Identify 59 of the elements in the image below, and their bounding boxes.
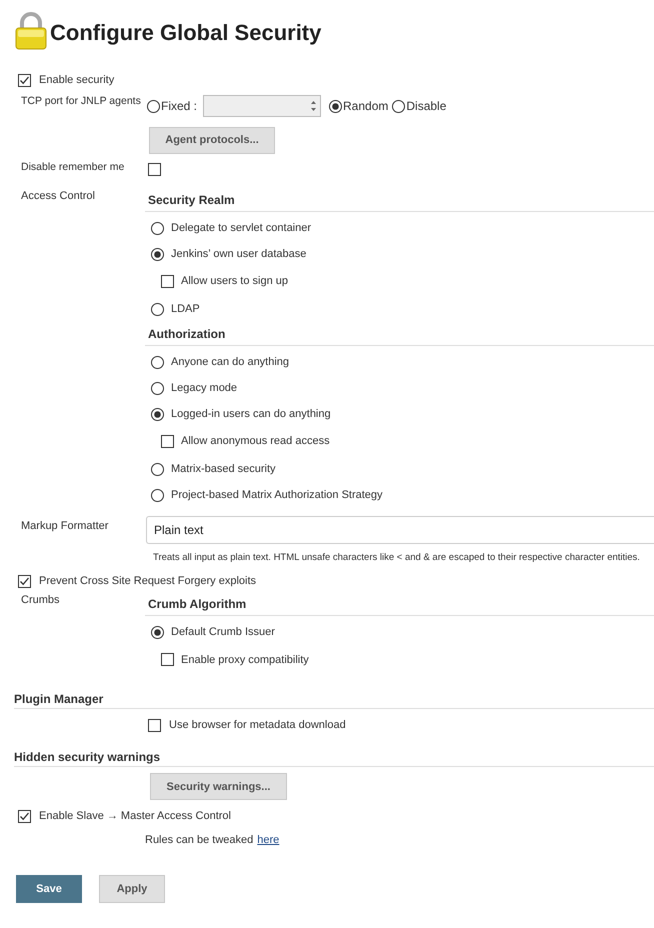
field-label: Disable remember me bbox=[20, 160, 126, 175]
help-text: Treats all input as plain text. HTML unsafe characters like < and & are escaped to their respective character entities. bbox=[152, 551, 641, 565]
radio-button[interactable] bbox=[151, 488, 164, 502]
radio-label: Disable bbox=[406, 98, 446, 115]
checkbox[interactable] bbox=[18, 574, 31, 588]
checkbox-label: Enable Slave → Master Access Control bbox=[39, 809, 231, 824]
checkbox-label: Enable proxy compatibility bbox=[181, 652, 309, 668]
radio-label: Delegate to servlet container bbox=[171, 220, 312, 236]
checkbox-label: Use browser for metadata download bbox=[169, 718, 346, 733]
button[interactable]: Security warnings... bbox=[150, 773, 287, 800]
radio-label: Jenkins’ own user database bbox=[171, 246, 306, 262]
section-heading: Hidden security warnings bbox=[14, 745, 654, 768]
section-heading: Authorization bbox=[145, 325, 654, 346]
checkbox-label: Allow users to sign up bbox=[181, 274, 288, 290]
radio-label: Fixed : bbox=[161, 98, 198, 115]
checkbox[interactable] bbox=[148, 162, 161, 176]
radio-button[interactable] bbox=[151, 248, 164, 260]
section-heading: Plugin Manager bbox=[14, 687, 654, 710]
radio-label: LDAP bbox=[171, 302, 200, 317]
radio-button[interactable] bbox=[151, 222, 164, 234]
checkbox-label: Allow anonymous read access bbox=[181, 434, 330, 450]
rules-link[interactable]: here bbox=[257, 832, 280, 848]
radio-label: Default Crumb Issuer bbox=[171, 625, 275, 640]
note-text: Rules can be tweaked bbox=[145, 833, 254, 848]
field-label: Markup Formatter bbox=[20, 519, 110, 534]
radio-button[interactable] bbox=[147, 100, 160, 112]
apply-button[interactable]: Apply bbox=[99, 875, 165, 904]
radio-button[interactable] bbox=[151, 462, 164, 476]
radio-label: Project-based Matrix Authorization Strategy bbox=[171, 488, 383, 503]
radio-label: Anyone can do anything bbox=[171, 354, 290, 370]
checkbox-label: Prevent Cross Site Request Forgery exploits bbox=[39, 574, 256, 589]
checkbox[interactable] bbox=[18, 74, 31, 86]
padlock-icon bbox=[14, 12, 48, 50]
page-title: Configure Global Security bbox=[50, 18, 322, 47]
radio-label: Logged-in users can do anything bbox=[171, 406, 331, 422]
button[interactable]: Agent protocols... bbox=[149, 127, 275, 154]
radio-button[interactable] bbox=[329, 100, 342, 112]
radio-label: Random bbox=[343, 98, 388, 115]
save-button[interactable]: Save bbox=[16, 875, 82, 904]
section-heading: Crumb Algorithm bbox=[145, 595, 654, 616]
checkbox[interactable] bbox=[161, 653, 174, 666]
checkbox-label: Enable security bbox=[39, 72, 114, 88]
checkbox[interactable] bbox=[161, 435, 174, 448]
radio-button[interactable] bbox=[151, 382, 164, 394]
radio-label: Matrix-based security bbox=[171, 462, 276, 477]
radio-label: Legacy mode bbox=[171, 380, 238, 396]
field-label: TCP port for JNLP agents bbox=[20, 94, 142, 109]
section-heading: Security Realm bbox=[145, 191, 654, 212]
checkbox[interactable] bbox=[148, 718, 161, 732]
field-label: Crumbs bbox=[20, 593, 61, 608]
radio-button[interactable] bbox=[151, 302, 164, 316]
checkbox[interactable] bbox=[161, 275, 174, 288]
radio-button[interactable] bbox=[392, 100, 406, 112]
markup-select[interactable]: Plain text bbox=[146, 516, 654, 544]
radio-button[interactable] bbox=[151, 626, 164, 639]
radio-button[interactable] bbox=[151, 408, 164, 420]
field-label: Access Control bbox=[20, 189, 96, 204]
checkbox[interactable] bbox=[18, 810, 31, 823]
radio-button[interactable] bbox=[151, 356, 164, 368]
